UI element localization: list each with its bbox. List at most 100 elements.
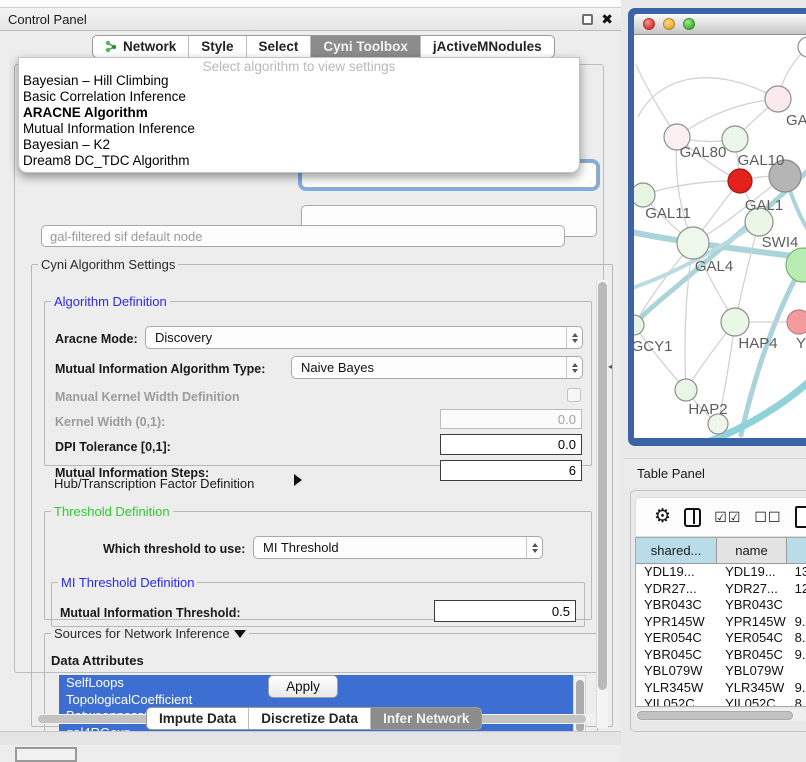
table-toolbar: ⚙ ☑☑ ☐☐	[635, 497, 806, 537]
network-view-window: GALGAL80GAL10GAL1GAL11SWI4GAL4GCY1HAP4YH…	[628, 8, 806, 446]
hub-definition-label: Hub/Transcription Factor Definition	[54, 476, 254, 491]
float-panel-icon[interactable]	[582, 14, 593, 25]
table-cell: YBL079W	[636, 663, 717, 680]
tab-cyni-toolbox[interactable]: Cyni Toolbox	[311, 36, 421, 57]
table-cell: 12	[787, 581, 806, 598]
mi-steps-input[interactable]	[440, 460, 582, 481]
close-window-icon[interactable]	[643, 18, 655, 30]
deselect-all-icon[interactable]: ☐☐	[754, 509, 781, 526]
aracne-mode-combobox[interactable]: Discovery	[145, 326, 583, 349]
algorithm-option[interactable]: ARACNE Algorithm	[19, 105, 579, 121]
mi-algorithm-type-label: Mutual Information Algorithm Type:	[55, 362, 265, 376]
tab-jactivemnodules[interactable]: jActiveMNodules	[421, 36, 554, 57]
network-node[interactable]	[798, 37, 806, 57]
table-row[interactable]: YDL19...YDL19...13	[636, 564, 806, 581]
threshold-definition-group: Threshold Definition Which threshold to …	[44, 504, 592, 620]
network-canvas[interactable]: GALGAL80GAL10GAL1GAL11SWI4GAL4GCY1HAP4YH…	[634, 35, 806, 438]
dpi-tolerance-label: DPI Tolerance [0,1]:	[55, 440, 171, 454]
table-row[interactable]: YBL079WYBL079W	[636, 663, 806, 680]
splitter-handle-icon[interactable]: ◂	[608, 362, 614, 371]
algorithm-option[interactable]: Bayesian – K2	[19, 137, 579, 153]
table-row[interactable]: YPR145WYPR145W9.	[636, 614, 806, 631]
collapse-down-icon[interactable]	[234, 630, 246, 638]
mi-threshold-input[interactable]	[434, 600, 576, 622]
minimized-panel-button[interactable]	[15, 747, 77, 762]
network-graph[interactable]: GALGAL80GAL10GAL1GAL11SWI4GAL4GCY1HAP4YH…	[634, 35, 806, 438]
tab-infer-network[interactable]: Infer Network	[371, 708, 481, 729]
tab-network[interactable]: Network	[93, 36, 189, 57]
table-cell: YER054C	[636, 630, 717, 647]
gear-icon[interactable]: ⚙	[654, 507, 671, 527]
table-row[interactable]: YIL052CYIL052C8.	[636, 696, 806, 707]
table-cell: YLR345W	[636, 680, 717, 697]
zoom-window-icon[interactable]	[683, 18, 695, 30]
table-row[interactable]: YDR27...YDR27...12	[636, 581, 806, 598]
network-edge[interactable]	[634, 325, 686, 390]
control-panel-tab-bar: NetworkStyleSelectCyni ToolboxjActiveMNo…	[92, 35, 555, 58]
mi-threshold-label: Mutual Information Threshold:	[60, 606, 241, 620]
tab-select[interactable]: Select	[247, 36, 312, 57]
control-panel-titlebar: Control Panel ✖	[0, 8, 621, 31]
algorithm-option[interactable]: Bayesian – Hill Climbing	[19, 73, 579, 89]
table-cell	[787, 597, 806, 614]
table-horizontal-scrollbar[interactable]	[635, 709, 806, 721]
mi-threshold-definition-group: MI Threshold Definition Mutual Informati…	[51, 575, 585, 627]
data-attributes-label: Data Attributes	[51, 653, 144, 668]
dpi-tolerance-input[interactable]	[440, 434, 582, 455]
table-row[interactable]: YBR045CYBR045C9.	[636, 647, 806, 664]
manual-kernel-width-checkbox[interactable]	[567, 388, 581, 402]
table-panel-title: Table Panel	[637, 466, 705, 481]
tab-style[interactable]: Style	[189, 36, 246, 57]
table-row[interactable]: YLR345WYLR345W9.	[636, 680, 806, 697]
settings-vertical-scrollbar[interactable]	[596, 280, 608, 728]
kernel-width-input[interactable]	[440, 409, 582, 429]
algorithm-option[interactable]: Basic Correlation Inference	[19, 89, 579, 105]
table-cell: YBR045C	[636, 647, 717, 664]
new-table-icon[interactable]	[795, 506, 806, 528]
algorithm-option[interactable]: Mutual Information Inference	[19, 121, 579, 137]
network-edge[interactable]	[643, 181, 740, 195]
network-node[interactable]	[787, 310, 806, 334]
table-row[interactable]: YBR043CYBR043C	[636, 597, 806, 614]
table-cell: 9.	[787, 614, 806, 631]
kernel-width-label: Kernel Width (0,1):	[55, 415, 165, 429]
node-label: GCY1	[634, 338, 672, 355]
close-panel-icon[interactable]: ✖	[601, 14, 613, 25]
algorithm-definition-group: Algorithm Definition Aracne Mode: Discov…	[44, 294, 592, 466]
stepper-icon[interactable]	[566, 357, 582, 378]
expand-right-icon[interactable]	[294, 474, 302, 486]
columns-icon[interactable]	[684, 508, 701, 527]
network-node[interactable]	[634, 183, 655, 207]
network-selector-combobox[interactable]: gal-filtered sif default node	[41, 225, 565, 247]
table-row[interactable]: YER054CYER054C8.	[636, 630, 806, 647]
which-threshold-combobox[interactable]: MI Threshold	[253, 536, 543, 559]
tab-discretize-data[interactable]: Discretize Data	[249, 708, 371, 729]
algorithm-option[interactable]: Dream8 DC_TDC Algorithm	[19, 153, 579, 169]
column-header[interactable]: name	[717, 538, 787, 563]
node-attribute-table[interactable]: shared...name YDL19...YDL19...13YDR27...…	[635, 537, 806, 707]
table-cell	[787, 663, 806, 680]
table-cell: 9.	[787, 680, 806, 697]
mi-algorithm-type-combobox[interactable]: Naive Bayes	[291, 356, 583, 379]
network-node[interactable]	[721, 308, 749, 336]
column-header[interactable]	[787, 538, 806, 563]
apply-button[interactable]: Apply	[268, 675, 338, 698]
tab-impute-data[interactable]: Impute Data	[147, 708, 249, 729]
stepper-icon[interactable]	[526, 537, 542, 558]
minimize-window-icon[interactable]	[663, 18, 675, 30]
node-label: HAP2	[688, 401, 727, 418]
select-all-icon[interactable]: ☑☑	[714, 509, 741, 526]
column-header[interactable]: shared...	[636, 538, 717, 563]
table-cell: YDL19...	[717, 564, 787, 581]
stepper-icon[interactable]	[566, 327, 582, 348]
network-node[interactable]	[675, 379, 697, 401]
bottom-strip	[0, 731, 621, 745]
network-node[interactable]	[765, 86, 791, 112]
table-cell: YDR27...	[717, 581, 787, 598]
bottom-tab-bar: Impute DataDiscretize DataInfer Network	[146, 707, 482, 730]
network-node[interactable]	[677, 227, 709, 259]
table-cell: YBR045C	[717, 647, 787, 664]
network-edge[interactable]	[638, 78, 778, 117]
network-window-titlebar[interactable]	[634, 14, 806, 35]
network-node[interactable]	[728, 169, 752, 193]
